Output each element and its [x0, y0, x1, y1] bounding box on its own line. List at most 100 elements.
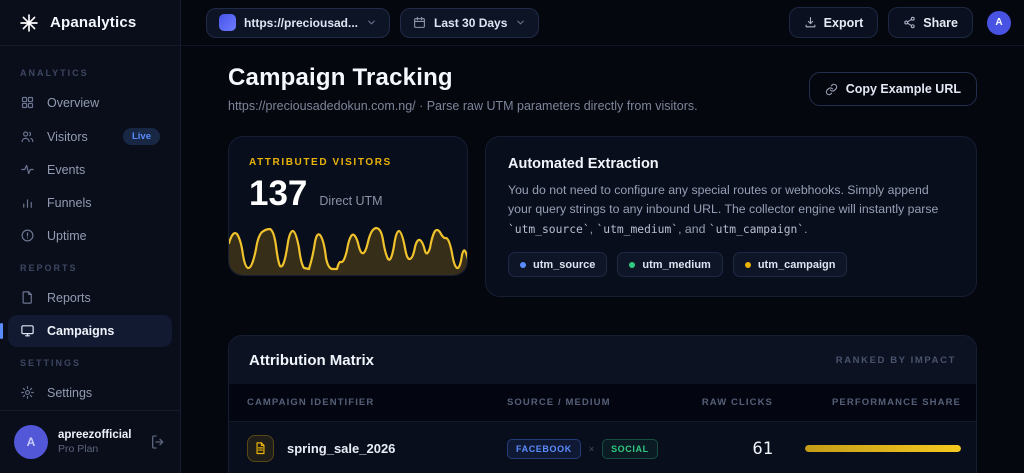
performance-share-bar: [805, 445, 961, 453]
utm-code-token: `utm_campaign`: [708, 222, 805, 236]
chevron-down-icon: [515, 17, 526, 28]
calendar-icon: [413, 16, 426, 29]
export-label: Export: [823, 15, 864, 30]
nav-section-label: ANALYTICS: [20, 68, 89, 78]
sidebar-nav: ANALYTICS Overview Visitors Live Events Funne…: [0, 46, 180, 410]
share-label: Share: [923, 15, 958, 30]
tag-dot-icon: [744, 261, 751, 268]
grid-icon: [20, 95, 36, 111]
user-avatar: A: [14, 425, 48, 459]
sidebar-item-label: Reports: [47, 291, 91, 305]
sidebar-item-label: Events: [47, 163, 86, 177]
extraction-body: You do not need to configure any special…: [508, 181, 954, 239]
file-icon: [20, 290, 36, 306]
date-range-selector[interactable]: Last 30 Days: [400, 7, 540, 38]
tag-dot-icon: [629, 261, 636, 268]
extraction-title: Automated Extraction: [508, 156, 659, 172]
source-badge: FACEBOOK: [507, 438, 581, 459]
raw-clicks-value: 61: [752, 438, 773, 459]
tag-label: utm_medium: [642, 258, 711, 271]
sidebar-item-funnels[interactable]: Funnels: [8, 187, 172, 219]
asterisk-logo-icon: [18, 12, 40, 34]
brand: Apanalytics: [0, 0, 180, 46]
sidebar-item-label: Uptime: [47, 229, 87, 243]
topbar: https://preciousad... Last 30 Days Expor…: [181, 0, 1024, 46]
site-selector-value: https://preciousad...: [244, 15, 359, 30]
sidebar-item-label: Campaigns: [47, 324, 115, 338]
app-window: Apanalytics ANALYTICS Overview Visitors Liv…: [0, 0, 1024, 473]
live-badge: Live: [122, 128, 160, 145]
matrix-title: Attribution Matrix: [249, 351, 374, 369]
medium-badge: SOCIAL: [602, 438, 658, 459]
sidebar-item-visitors[interactable]: Visitors Live: [8, 120, 172, 153]
performance-share-fill: [805, 445, 961, 453]
file-text-icon: [247, 435, 274, 463]
utm-tag-utm_medium: utm_medium: [617, 252, 723, 278]
sidebar-item-label: Settings: [47, 386, 93, 400]
utm-tag-utm_source: utm_source: [508, 252, 608, 278]
utm-tag-utm_campaign: utm_campaign: [732, 252, 848, 278]
gear-icon: [20, 385, 36, 401]
sidebar-item-label: Funnels: [47, 196, 92, 210]
automated-extraction-card: Automated Extraction You do not need to …: [485, 136, 977, 298]
user-card: A apreezofficial Pro Plan: [0, 410, 180, 473]
sidebar-item-settings[interactable]: Settings: [8, 377, 172, 409]
sidebar-item-overview[interactable]: Overview: [8, 87, 172, 119]
column-header: CAMPAIGN IDENTIFIER: [247, 397, 375, 409]
users-icon: [20, 129, 36, 145]
account-avatar[interactable]: A: [987, 10, 1011, 35]
attribution-matrix: Attribution Matrix RANKED BY IMPACT CAMP…: [228, 335, 977, 473]
brand-name: Apanalytics: [50, 14, 137, 31]
table-body: spring_sale_2026FACEBOOK×SOCIAL61product…: [229, 421, 976, 473]
share-button[interactable]: Share: [888, 7, 973, 38]
copy-example-url-button[interactable]: Copy Example URL: [808, 72, 977, 106]
sidebar-item-reports[interactable]: Reports: [8, 282, 172, 314]
source-medium-separator: ×: [588, 443, 595, 454]
sidebar-item-label: Visitors: [47, 129, 88, 144]
utm-tags: utm_source utm_medium utm_campaign: [508, 252, 954, 278]
link-icon: [825, 83, 838, 96]
table-row[interactable]: spring_sale_2026 FACEBOOK × SOCIAL 61: [229, 421, 976, 473]
nav-section-label: SETTINGS: [20, 358, 82, 368]
stat-label: ATTRIBUTED VISITORS: [249, 157, 392, 168]
tag-dot-icon: [520, 261, 526, 268]
nav-section-label: REPORTS: [20, 263, 78, 273]
export-button[interactable]: Export: [788, 7, 879, 38]
visitors-sparkline: [229, 226, 467, 275]
utm-code-token: `utm_source`: [508, 222, 590, 236]
sidebar-item-label: Overview: [47, 96, 100, 110]
date-range-value: Last 30 Days: [434, 15, 508, 30]
sidebar-item-uptime[interactable]: Uptime: [8, 220, 172, 252]
sidebar: Apanalytics ANALYTICS Overview Visitors Liv…: [0, 0, 181, 473]
tag-label: utm_campaign: [757, 258, 836, 271]
download-icon: [804, 16, 817, 29]
sidebar-item-events[interactable]: Events: [8, 154, 172, 186]
page-header: Campaign Tracking https://preciousadedok…: [228, 64, 977, 113]
body-text: You do not need to configure any special…: [508, 183, 939, 217]
copy-example-url-label: Copy Example URL: [845, 82, 961, 96]
user-plan: Pro Plan: [58, 443, 99, 455]
column-header: RAW CLICKS: [701, 397, 773, 409]
stat-sublabel: Direct UTM: [319, 194, 383, 208]
column-header: SOURCE / MEDIUM: [507, 397, 611, 409]
bar-chart-icon: [20, 195, 36, 211]
table-header-row: CAMPAIGN IDENTIFIER SOURCE / MEDIUM RAW …: [229, 384, 976, 422]
stat-value: 137: [249, 174, 308, 213]
sidebar-item-campaigns[interactable]: Campaigns: [0, 315, 172, 347]
attributed-visitors-card: ATTRIBUTED VISITORS 137 Direct UTM: [228, 136, 468, 276]
activity-icon: [20, 162, 36, 178]
site-selector[interactable]: https://preciousad...: [206, 7, 391, 38]
tag-label: utm_source: [533, 258, 596, 271]
campaign-identifier: spring_sale_2026: [287, 441, 396, 457]
content-area: Campaign Tracking https://preciousadedok…: [181, 46, 1024, 473]
user-name: apreezofficial: [58, 429, 132, 441]
body-text: , and: [678, 221, 709, 236]
share-icon: [903, 16, 916, 29]
page-subtitle: https://preciousadedokun.com.ng/ · Parse…: [228, 99, 698, 113]
matrix-meta: RANKED BY IMPACT: [835, 354, 956, 366]
utm-code-token: `utm_medium`: [596, 222, 679, 236]
logout-icon[interactable]: [150, 434, 166, 450]
site-favicon: [219, 14, 236, 31]
page-title: Campaign Tracking: [228, 64, 453, 91]
monitor-icon: [20, 323, 36, 339]
